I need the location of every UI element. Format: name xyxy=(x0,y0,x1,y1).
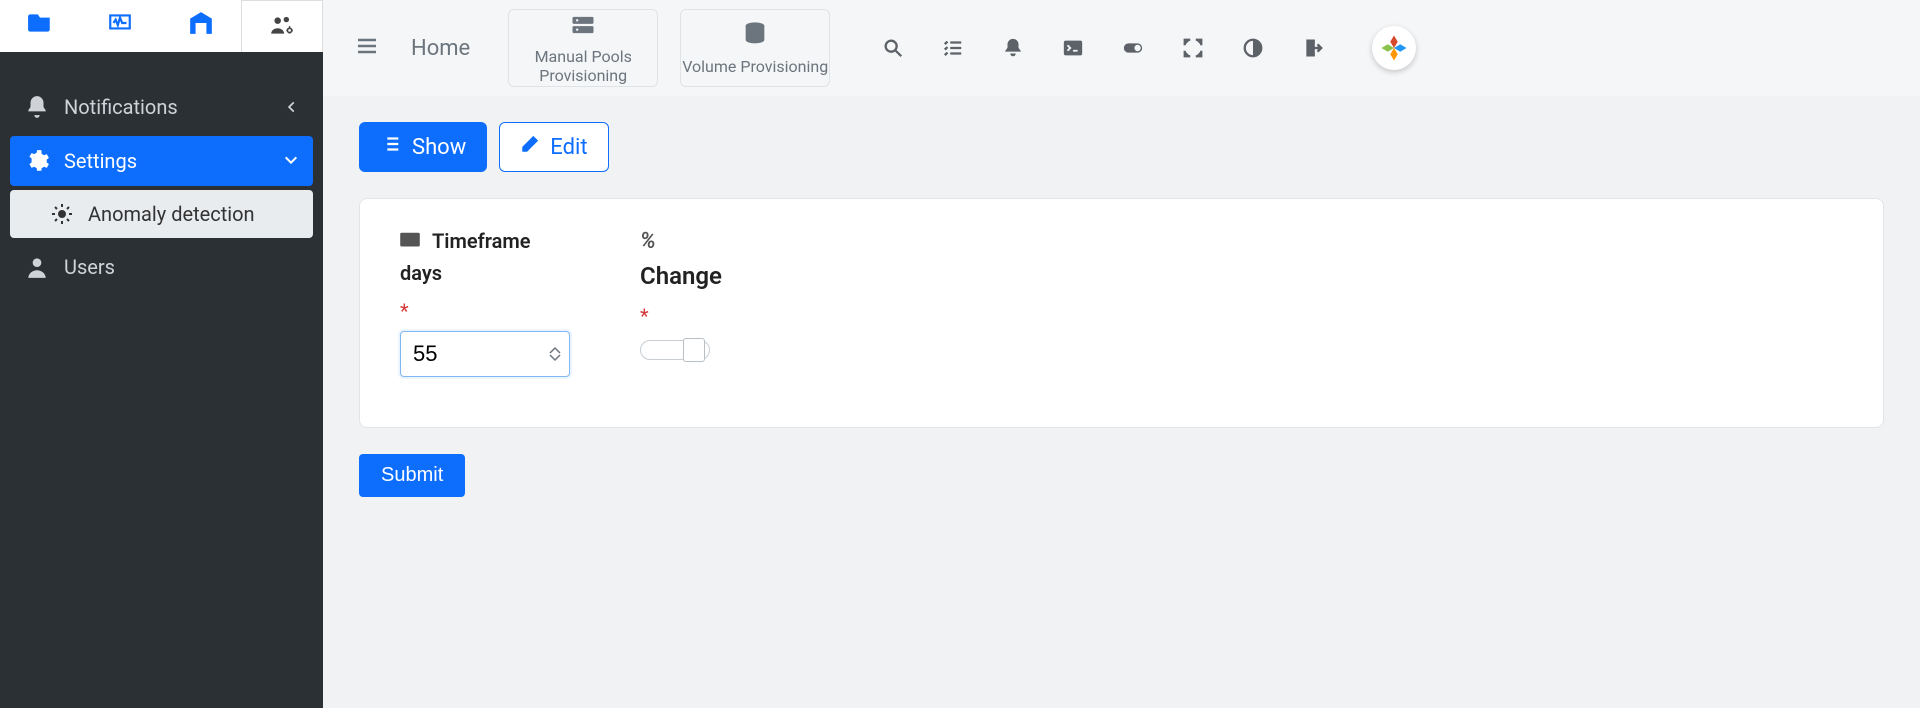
percent-icon: % xyxy=(640,229,656,254)
view-mode-tabs: Show Edit xyxy=(359,122,1884,172)
sidebar-item-users[interactable]: Users xyxy=(10,242,313,292)
timeframe-input-wrapper xyxy=(400,331,570,377)
database-icon xyxy=(741,20,769,52)
fullscreen-icon[interactable] xyxy=(1182,37,1204,59)
sidebar-item-label: Settings xyxy=(64,149,137,173)
timeframe-input[interactable] xyxy=(413,341,557,367)
user-icon xyxy=(24,254,50,280)
server-icon xyxy=(569,11,597,43)
svg-text:12: 12 xyxy=(406,236,415,245)
field-timeframe: 12 Timeframe days * xyxy=(400,229,570,377)
users-cog-icon xyxy=(269,12,295,42)
slider-thumb[interactable] xyxy=(683,338,705,362)
gear-icon xyxy=(24,148,50,174)
sidebar-tab-warehouse[interactable] xyxy=(161,0,241,52)
card-volume-provisioning[interactable]: Volume Provisioning xyxy=(680,9,830,87)
topbar: Home Manual Pools Provisioning Volume Pr… xyxy=(323,0,1920,96)
bell-icon xyxy=(24,94,50,120)
edit-icon xyxy=(520,134,540,160)
tab-edit[interactable]: Edit xyxy=(499,122,608,172)
sidebar-subitem-anomaly-detection[interactable]: Anomaly detection xyxy=(10,190,313,238)
tab-show[interactable]: Show xyxy=(359,122,487,172)
field-change: % Change * xyxy=(640,229,722,377)
toolbar-icons xyxy=(882,37,1324,59)
app-logo[interactable] xyxy=(1372,26,1416,70)
list-icon xyxy=(380,133,402,161)
breadcrumb-home[interactable]: Home xyxy=(411,36,470,61)
sidebar-tab-folder[interactable] xyxy=(0,0,80,52)
card-label: Manual Pools Provisioning xyxy=(509,47,657,85)
sidebar-item-label: Users xyxy=(64,255,115,279)
sidebar-item-settings[interactable]: Settings xyxy=(10,136,313,186)
sidebar-tab-monitor[interactable] xyxy=(80,0,160,52)
submit-row: Submit xyxy=(359,454,1884,497)
hamburger-menu[interactable] xyxy=(347,26,387,70)
cog-icon xyxy=(50,202,74,226)
field-label: Change xyxy=(640,262,722,290)
number-stepper[interactable] xyxy=(549,346,561,362)
change-slider[interactable] xyxy=(640,340,710,360)
required-indicator: * xyxy=(640,304,722,328)
card-manual-pools-provisioning[interactable]: Manual Pools Provisioning xyxy=(508,9,658,87)
main: Home Manual Pools Provisioning Volume Pr… xyxy=(323,0,1920,708)
chevron-left-icon xyxy=(285,95,299,119)
heartbeat-icon xyxy=(107,10,133,40)
sidebar-item-notifications[interactable]: Notifications xyxy=(10,82,313,132)
field-label: Timeframe xyxy=(432,229,530,253)
required-indicator: * xyxy=(400,299,570,323)
submit-button[interactable]: Submit xyxy=(359,454,465,497)
warehouse-icon xyxy=(188,10,214,40)
sidebar-tab-users-cog[interactable] xyxy=(241,0,323,52)
toggle-icon[interactable] xyxy=(1122,37,1144,59)
checklist-icon[interactable] xyxy=(942,37,964,59)
tab-label: Edit xyxy=(550,135,587,160)
sidebar-item-label: Notifications xyxy=(64,95,178,119)
sidebar-top-tabs xyxy=(0,0,323,52)
sidebar-item-label: Anomaly detection xyxy=(88,202,255,226)
content: Show Edit 12 Timeframe days * xyxy=(323,96,1920,537)
terminal-icon[interactable] xyxy=(1062,37,1084,59)
sidebar-nav: Notifications Settings Anomaly detection xyxy=(0,52,323,292)
folder-icon xyxy=(27,10,53,40)
calendar-icon: 12 xyxy=(400,229,420,253)
search-icon[interactable] xyxy=(882,37,904,59)
sidebar: Notifications Settings Anomaly detection xyxy=(0,0,323,708)
chevron-down-icon xyxy=(283,149,299,173)
logout-icon[interactable] xyxy=(1302,37,1324,59)
card-label: Volume Provisioning xyxy=(682,57,828,76)
field-sublabel: days xyxy=(400,261,570,285)
tab-label: Show xyxy=(412,135,466,160)
bell-icon[interactable] xyxy=(1002,37,1024,59)
contrast-icon[interactable] xyxy=(1242,37,1264,59)
settings-panel: 12 Timeframe days * % xyxy=(359,198,1884,428)
